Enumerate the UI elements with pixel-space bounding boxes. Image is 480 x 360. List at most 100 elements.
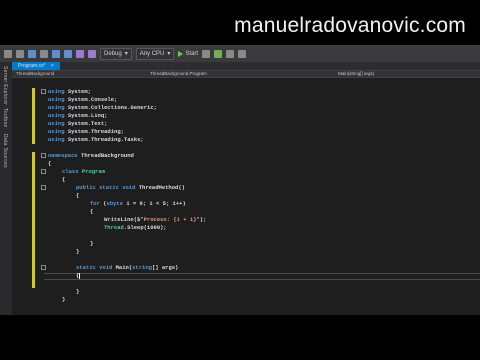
code-token: System.Threading.Tasks; — [64, 136, 144, 143]
toolbox-tab[interactable]: Toolbox — [2, 108, 8, 127]
collapse-toggle[interactable] — [41, 153, 46, 158]
code-token: } — [90, 240, 94, 247]
platform-select[interactable]: Any CPU ▾ — [135, 47, 175, 60]
save-icon[interactable] — [52, 49, 60, 58]
code-token: for — [90, 200, 100, 207]
code-token: .Sleep(1000); — [123, 224, 167, 231]
class-dropdown[interactable]: ThreadBackground.Program — [150, 71, 207, 77]
chevron-down-icon: ▾ — [167, 50, 171, 57]
chevron-down-icon: ▾ — [124, 50, 128, 57]
code-token: using — [48, 120, 65, 127]
play-icon — [178, 50, 184, 57]
visual-studio-window: Debug ▾ Any CPU ▾ Start Server Explorer … — [0, 45, 480, 315]
close-icon[interactable]: × — [51, 63, 54, 69]
code-line: using System; — [48, 88, 91, 96]
code-token: class — [62, 168, 79, 175]
code-token: } — [62, 296, 66, 303]
code-token: { — [76, 192, 80, 199]
code-line: class Program — [62, 168, 105, 176]
code-line: using System.Threading.Tasks; — [48, 136, 144, 144]
open-icon[interactable] — [40, 49, 48, 58]
undo-icon[interactable] — [76, 49, 84, 58]
code-line: Thread.Sleep(1000); — [104, 224, 167, 232]
new-project-icon[interactable] — [28, 49, 36, 58]
code-line: using System.Console; — [48, 96, 117, 104]
code-line: } — [62, 296, 65, 304]
back-icon[interactable] — [4, 49, 12, 58]
code-token: System.Threading; — [64, 128, 124, 135]
server-explorer-tab[interactable]: Server Explorer — [2, 66, 8, 105]
code-token: System.Text; — [64, 120, 108, 127]
configuration-value: Debug — [104, 50, 122, 57]
start-label: Start — [185, 50, 199, 57]
code-token: using — [48, 136, 65, 143]
change-marker — [32, 152, 35, 288]
code-token: Program — [81, 168, 105, 175]
code-token: System.Linq; — [64, 112, 108, 119]
code-line: public static void ThreadMethod() — [76, 184, 185, 192]
comment-icon[interactable] — [238, 49, 247, 58]
current-line-highlight — [44, 273, 480, 280]
code-line: { — [48, 160, 51, 168]
build-icon[interactable] — [214, 49, 223, 58]
code-token: WriteLine($ — [104, 216, 141, 223]
code-token: ThreadBackground — [77, 152, 134, 159]
code-token: "Process: {i + 1}" — [140, 216, 200, 223]
document-tabs: Program.cs* × — [12, 62, 480, 70]
code-token: } — [76, 288, 80, 295]
text-caret — [79, 272, 81, 279]
code-token: using — [48, 88, 65, 95]
code-line: static void Main(string[] args) — [76, 264, 178, 272]
member-dropdown[interactable]: Main(string[] args) — [338, 71, 374, 77]
start-button[interactable]: Start — [178, 50, 199, 57]
tab-program-cs[interactable]: Program.cs* × — [12, 62, 60, 70]
code-token: sbyte — [106, 200, 124, 207]
code-line: { — [76, 272, 81, 280]
code-token: ThreadMethod() — [135, 184, 185, 191]
code-token: using — [48, 104, 65, 111]
code-token: [] args) — [151, 264, 179, 271]
collapse-toggle[interactable] — [41, 89, 46, 94]
code-line: using System.Linq; — [48, 112, 107, 120]
code-line: WriteLine($"Process: {i + 1}"); — [104, 216, 206, 224]
code-line: namespace ThreadBackground — [48, 152, 134, 160]
watermark: manuelradovanovic.com — [234, 14, 466, 37]
code-token: ); — [199, 216, 207, 223]
save-all-icon[interactable] — [64, 49, 72, 58]
code-line: } — [76, 288, 79, 296]
code-token: System; — [64, 88, 91, 95]
video-frame: manuelradovanovic.com Debug ▾ Any CPU ▾ … — [0, 0, 480, 360]
code-line: using System.Text; — [48, 120, 107, 128]
collapse-toggle[interactable] — [41, 265, 46, 270]
code-token: ( — [99, 200, 107, 207]
code-line: using System.Collections.Generic; — [48, 104, 157, 112]
code-token: using — [48, 96, 65, 103]
code-token: System.Collections.Generic; — [64, 104, 157, 111]
tab-label: Program.cs* — [18, 63, 46, 69]
project-dropdown[interactable]: ThreadBackground — [16, 71, 54, 77]
collapse-toggle[interactable] — [41, 169, 46, 174]
code-line: { — [76, 192, 79, 200]
data-sources-tab[interactable]: Data Sources — [2, 134, 8, 168]
toolbar: Debug ▾ Any CPU ▾ Start — [0, 45, 480, 62]
code-editor[interactable]: using System; using System.Console; using … — [12, 78, 480, 315]
configuration-select[interactable]: Debug ▾ — [100, 47, 132, 60]
code-token: static void — [76, 264, 113, 271]
code-token: Main( — [112, 264, 133, 271]
code-line: } — [90, 240, 93, 248]
attach-icon[interactable] — [202, 49, 211, 58]
code-line: } — [76, 248, 79, 256]
redo-icon[interactable] — [88, 49, 96, 58]
code-token: i = 0; i < 5; i++) — [123, 200, 186, 207]
code-token: namespace — [48, 152, 78, 159]
code-token: System.Console; — [64, 96, 118, 103]
collapse-toggle[interactable] — [41, 185, 46, 190]
platform-value: Any CPU — [139, 50, 165, 57]
top-letterbox: manuelradovanovic.com — [0, 0, 480, 45]
code-line: for (sbyte i = 0; i < 5; i++) — [90, 200, 186, 208]
forward-icon[interactable] — [16, 49, 24, 58]
code-token: using — [48, 112, 65, 119]
code-token: { — [62, 176, 66, 183]
bookmark-icon[interactable] — [226, 49, 235, 58]
code-token: using — [48, 128, 65, 135]
